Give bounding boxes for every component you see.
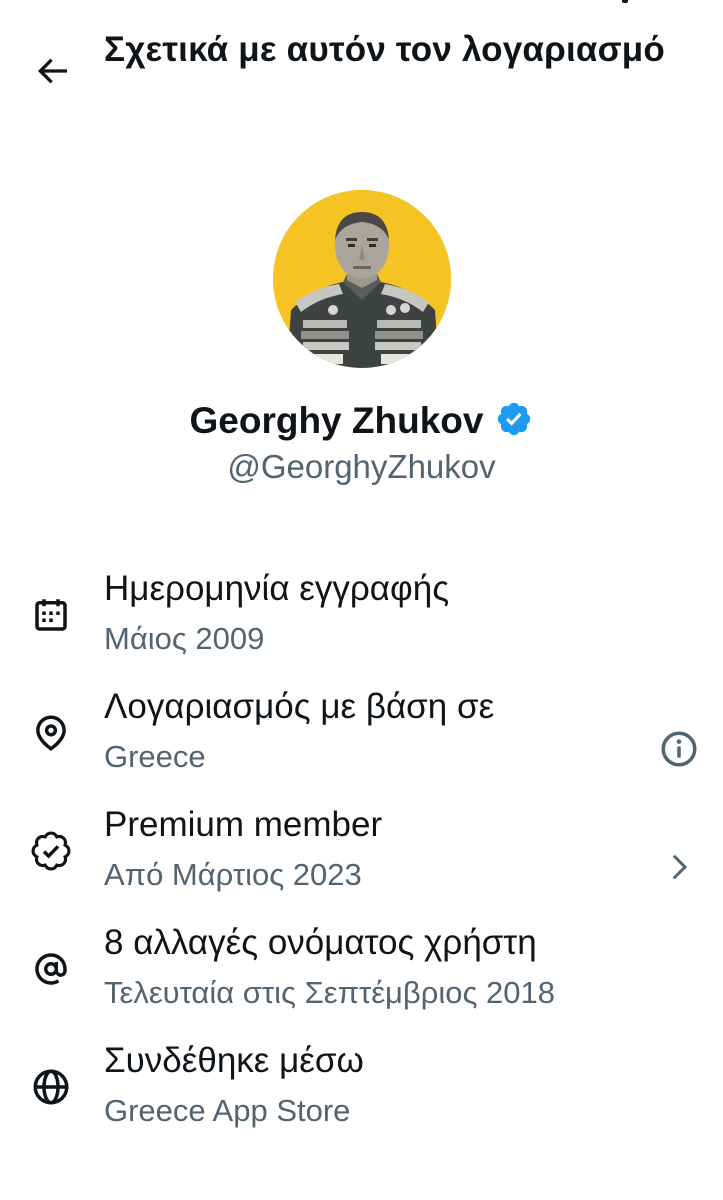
list-item-account-location: Λογαριασμός με βάση σε Greece xyxy=(0,680,723,798)
username-changes-last: Τελευταία στις Σεπτέμβριος 2018 xyxy=(104,975,555,1010)
premium-member-since: Από Μάρτιος 2023 xyxy=(104,857,362,892)
list-item-premium-member[interactable]: Premium member Από Μάρτιος 2023 xyxy=(0,798,723,916)
info-icon[interactable] xyxy=(654,724,704,774)
display-name-row: Georghy Zhukov xyxy=(0,398,723,444)
at-sign-icon xyxy=(30,948,72,990)
join-date-label: Ημερομηνία εγγραφής xyxy=(104,569,450,608)
connected-via-label: Συνδέθηκε μέσω xyxy=(104,1041,364,1080)
avatar[interactable] xyxy=(273,190,451,368)
arrow-left-icon xyxy=(32,51,72,96)
globe-icon xyxy=(30,1066,72,1108)
account-location-label: Λογαριασμός με βάση σε xyxy=(104,687,495,726)
username-handle: @GeorghyZhukov xyxy=(227,448,496,485)
list-item-join-date: Ημερομηνία εγγραφής Μάιος 2009 xyxy=(0,562,723,680)
list-item-username-changes: 8 αλλαγές ονόματος χρήστη Τελευταία στις… xyxy=(0,916,723,1034)
status-bar-indicator xyxy=(622,0,628,3)
username-changes-label: 8 αλλαγές ονόματος χρήστη xyxy=(104,923,537,962)
verified-badge-icon xyxy=(495,400,533,443)
account-location-value: Greece xyxy=(104,739,206,774)
connected-via-value: Greece App Store xyxy=(104,1093,351,1128)
join-date-value: Μάιος 2009 xyxy=(104,621,265,656)
account-info-list: Ημερομηνία εγγραφής Μάιος 2009 Λογαριασμ… xyxy=(0,562,723,1152)
location-pin-icon xyxy=(30,712,72,754)
page-title: Σχετικά με αυτόν τον λογαριασμό xyxy=(104,30,665,69)
verified-outline-icon xyxy=(30,830,72,872)
display-name: Georghy Zhukov xyxy=(189,400,484,441)
premium-member-label: Premium member xyxy=(104,805,383,844)
avatar-portrait-image xyxy=(273,190,451,368)
chevron-right-icon[interactable] xyxy=(654,842,704,892)
list-item-connected-via: Συνδέθηκε μέσω Greece App Store xyxy=(0,1034,723,1152)
back-button[interactable] xyxy=(22,50,82,96)
calendar-icon xyxy=(30,594,72,636)
